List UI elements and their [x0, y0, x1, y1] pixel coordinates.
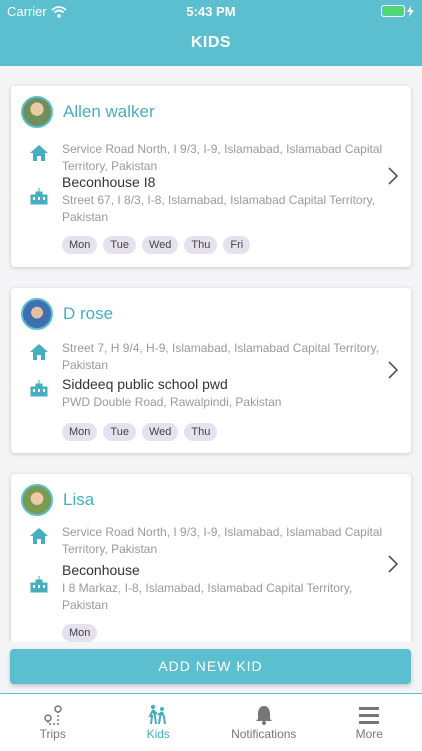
day-chip: Mon: [62, 423, 97, 441]
kids-list[interactable]: Allen walker Service Road North, I 9/3, …: [0, 66, 422, 642]
kid-header: D rose: [21, 298, 113, 330]
home-icon: [29, 143, 49, 163]
charging-icon: [407, 6, 414, 17]
school-icon: [29, 186, 49, 206]
home-icon: [29, 342, 49, 362]
tab-trips[interactable]: Trips: [0, 694, 106, 751]
day-chips: Mon: [62, 624, 97, 642]
home-row: Service Road North, I 9/3, I-9, Islamaba…: [29, 141, 384, 175]
day-chip: Tue: [103, 236, 136, 254]
home-address: Service Road North, I 9/3, I-9, Islamaba…: [62, 141, 384, 175]
kid-card[interactable]: Lisa Service Road North, I 9/3, I-9, Isl…: [11, 474, 411, 642]
tab-more[interactable]: More: [317, 694, 422, 751]
day-chip: Wed: [142, 236, 178, 254]
tab-label: Trips: [0, 727, 106, 741]
school-icon: [29, 574, 49, 594]
tab-bar: Trips Kids Notifications More: [0, 693, 422, 751]
day-chips: Mon Tue Wed Thu Fri: [62, 236, 250, 254]
battery-icon: [381, 5, 414, 17]
kid-header: Lisa: [21, 484, 94, 516]
school-row: Siddeeq public school pwd PWD Double Roa…: [29, 376, 384, 411]
chevron-right-icon[interactable]: [387, 554, 399, 574]
kid-card[interactable]: D rose Street 7, H 9/4, H-9, Islamabad, …: [11, 288, 411, 453]
kid-card[interactable]: Allen walker Service Road North, I 9/3, …: [11, 86, 411, 267]
avatar: [21, 96, 53, 128]
avatar: [21, 298, 53, 330]
status-time: 5:43 PM: [0, 4, 422, 19]
kid-header: Allen walker: [21, 96, 155, 128]
school-row: Beconhouse I8 Street 67, I 8/3, I-8, Isl…: [29, 174, 384, 226]
school-address: Street 67, I 8/3, I-8, Islamabad, Islama…: [62, 192, 384, 226]
tab-label: Kids: [106, 727, 212, 741]
kid-name: Lisa: [63, 490, 94, 510]
day-chips: Mon Tue Wed Thu: [62, 423, 217, 441]
add-new-kid-button[interactable]: ADD NEW KID: [10, 649, 411, 684]
chevron-right-icon[interactable]: [387, 360, 399, 380]
school-name: Beconhouse: [62, 562, 384, 578]
school-name: Beconhouse I8: [62, 174, 384, 190]
tab-kids[interactable]: Kids: [106, 694, 212, 751]
header: Carrier 5:43 PM KIDS: [0, 0, 422, 66]
bell-icon: [253, 704, 275, 726]
school-address: PWD Double Road, Rawalpindi, Pakistan: [62, 394, 384, 411]
avatar: [21, 484, 53, 516]
home-address: Street 7, H 9/4, H-9, Islamabad, Islamab…: [62, 340, 384, 374]
day-chip: Tue: [103, 423, 136, 441]
day-chip: Fri: [223, 236, 250, 254]
menu-icon: [358, 704, 380, 726]
trips-icon: [42, 704, 64, 726]
day-chip: Wed: [142, 423, 178, 441]
kid-name: D rose: [63, 304, 113, 324]
status-bar: Carrier 5:43 PM: [0, 3, 422, 21]
day-chip: Thu: [184, 423, 217, 441]
chevron-right-icon[interactable]: [387, 166, 399, 186]
school-address: I 8 Markaz, I-8, Islamabad, Islamabad Ca…: [62, 580, 384, 614]
school-icon: [29, 378, 49, 398]
day-chip: Mon: [62, 236, 97, 254]
home-row: Street 7, H 9/4, H-9, Islamabad, Islamab…: [29, 340, 384, 374]
page-title: KIDS: [0, 34, 422, 52]
kids-icon: [147, 704, 169, 726]
kid-name: Allen walker: [63, 102, 155, 122]
day-chip: Thu: [184, 236, 217, 254]
home-icon: [29, 526, 49, 546]
tab-notifications[interactable]: Notifications: [211, 694, 317, 751]
school-row: Beconhouse I 8 Markaz, I-8, Islamabad, I…: [29, 562, 384, 614]
tab-label: More: [317, 727, 422, 741]
day-chip: Mon: [62, 624, 97, 642]
home-row: Service Road North, I 9/3, I-9, Islamaba…: [29, 524, 384, 558]
tab-label: Notifications: [211, 727, 317, 741]
home-address: Service Road North, I 9/3, I-9, Islamaba…: [62, 524, 384, 558]
school-name: Siddeeq public school pwd: [62, 376, 384, 392]
